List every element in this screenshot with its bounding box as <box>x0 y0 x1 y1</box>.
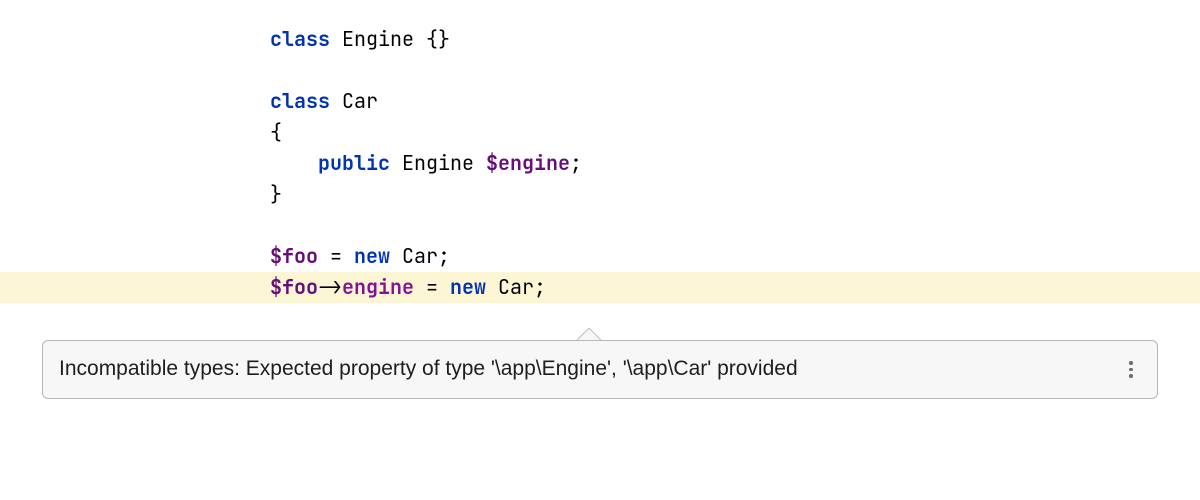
code-line-blank <box>0 210 1200 241</box>
keyword-new: new <box>450 274 486 300</box>
more-actions-icon[interactable] <box>1121 359 1141 379</box>
keyword-new: new <box>354 243 390 269</box>
property: engine <box>342 274 414 300</box>
code-line: { <box>0 117 1200 148</box>
tooltip-body: Incompatible types: Expected property of… <box>42 340 1158 399</box>
semicolon: ; <box>438 243 450 269</box>
code-line-blank <box>0 55 1200 86</box>
operator-assign: = <box>318 243 354 269</box>
variable: $engine <box>486 150 570 176</box>
semicolon: ; <box>534 274 546 300</box>
code-line: } <box>0 179 1200 210</box>
keyword-public: public <box>318 150 390 176</box>
code-editor[interactable]: class Engine {} class Car { public Engin… <box>0 0 1200 303</box>
type-name: Car <box>342 88 378 114</box>
operator-assign: = <box>414 274 450 300</box>
type-name: Engine <box>342 26 414 52</box>
indent <box>270 150 318 176</box>
tooltip-message: Incompatible types: Expected property of… <box>59 353 1109 386</box>
code-line-warning: $foo->engine = new Car; <box>0 272 1200 303</box>
code-line: public Engine $engine; <box>0 148 1200 179</box>
keyword-class: class <box>270 26 330 52</box>
operator-arrow: -> <box>318 274 342 300</box>
code-line: $foo = new Car; <box>0 241 1200 272</box>
semicolon: ; <box>570 150 582 176</box>
type-name: Engine <box>402 150 474 176</box>
code-line: class Engine {} <box>0 24 1200 55</box>
type-name: Car <box>498 274 534 300</box>
braces: {} <box>426 26 450 52</box>
close-brace: } <box>270 181 282 207</box>
open-brace: { <box>270 119 282 145</box>
keyword-class: class <box>270 88 330 114</box>
variable: $foo <box>270 274 318 300</box>
code-line: class Car <box>0 86 1200 117</box>
variable: $foo <box>270 243 318 269</box>
type-name: Car <box>402 243 438 269</box>
inspection-tooltip: Incompatible types: Expected property of… <box>42 340 1158 399</box>
